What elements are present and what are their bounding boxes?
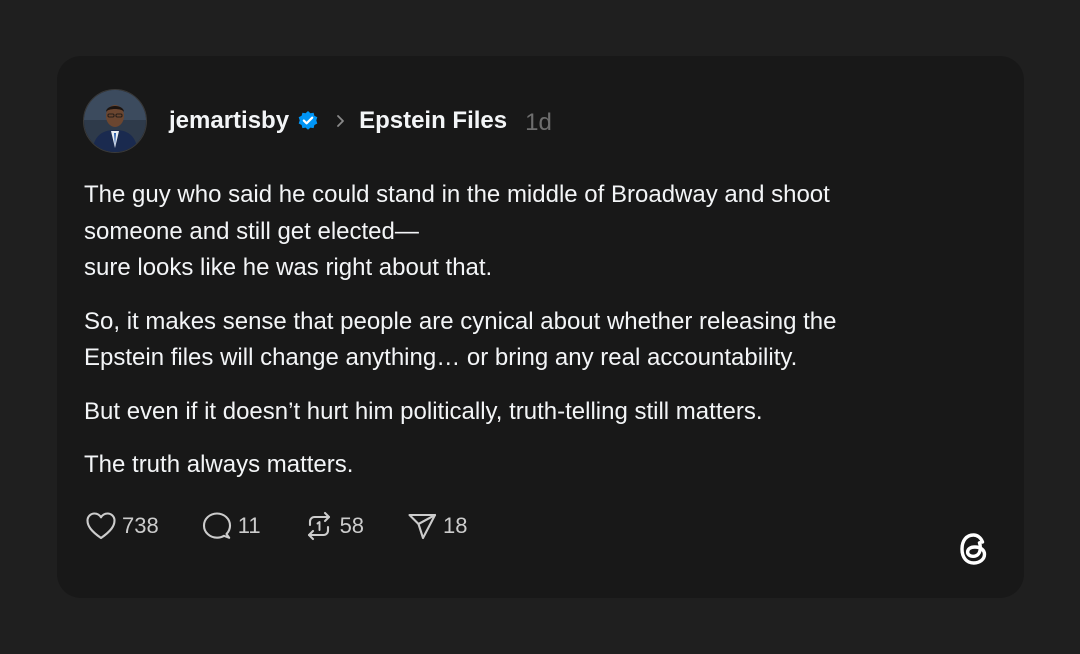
- avatar[interactable]: [83, 89, 147, 153]
- post-line: The truth always matters.: [84, 451, 354, 478]
- chevron-right-icon: [335, 114, 347, 128]
- share-button[interactable]: 18: [405, 510, 468, 542]
- post-line: sure looks like he was right about that.: [84, 254, 493, 281]
- topic-tag[interactable]: Epstein Files: [359, 109, 507, 133]
- post-line: The guy who said he could stand in the m…: [84, 181, 830, 208]
- post-line: Epstein files will change anything… or b…: [84, 344, 798, 371]
- post-paragraph: But even if it doesn’t hurt him politica…: [84, 394, 964, 431]
- heart-icon: [84, 510, 118, 542]
- repost-icon: [302, 510, 336, 542]
- post-timestamp[interactable]: 1d: [525, 111, 552, 135]
- post-body: The guy who said he could stand in the m…: [84, 177, 964, 501]
- post-line: someone and still get elected—: [84, 217, 419, 245]
- post-line: So, it makes sense that people are cynic…: [84, 307, 837, 335]
- post-paragraph: So, it makes sense that people are cynic…: [84, 304, 964, 377]
- post-header: jemartisby Epstein Files 1d: [83, 89, 552, 153]
- repost-count: 58: [339, 513, 365, 538]
- username[interactable]: jemartisby: [169, 109, 289, 133]
- action-bar: 738 11 58 18: [84, 510, 509, 542]
- post-card[interactable]: jemartisby Epstein Files 1d The guy who …: [57, 56, 1024, 598]
- post-paragraph: The guy who said he could stand in the m…: [84, 177, 964, 287]
- post-paragraph: The truth always matters.: [84, 447, 964, 484]
- like-button[interactable]: 738: [84, 510, 159, 542]
- repost-button[interactable]: 58: [302, 510, 364, 542]
- reply-count: 11: [237, 513, 261, 538]
- post-line: But even if it doesn’t hurt him politica…: [84, 397, 763, 425]
- like-count: 738: [122, 513, 159, 538]
- verified-badge-icon: [297, 110, 319, 132]
- share-count: 18: [443, 513, 468, 538]
- reply-button[interactable]: 11: [200, 510, 261, 542]
- send-icon: [405, 510, 439, 542]
- threads-logo-icon: [954, 528, 994, 570]
- comment-bubble-icon: [200, 510, 234, 542]
